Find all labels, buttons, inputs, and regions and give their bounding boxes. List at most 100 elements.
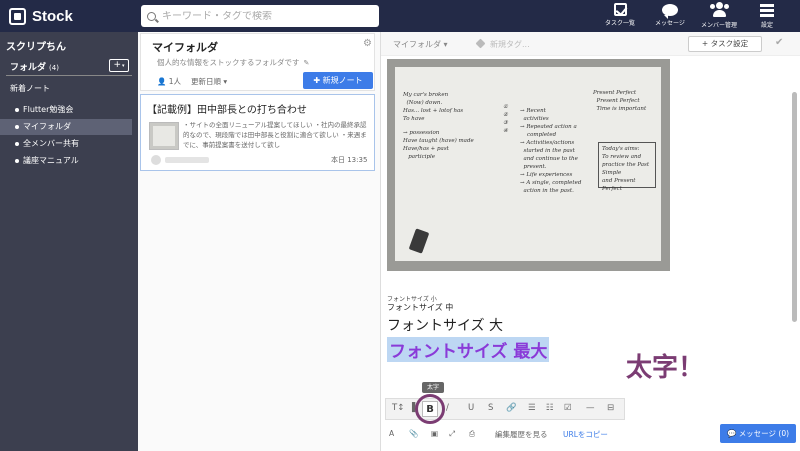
- person-icon: 👤: [157, 77, 167, 86]
- text-font-medium[interactable]: フォントサイズ 中: [387, 302, 453, 313]
- member-count[interactable]: 👤 1人: [157, 76, 181, 87]
- sort-dropdown[interactable]: 更新日順 ▾: [191, 76, 227, 87]
- stock-logo-icon: [9, 7, 26, 25]
- member-count-text: 1人: [168, 77, 182, 86]
- strikethrough-icon[interactable]: S: [488, 403, 493, 413]
- note-thumbnail: [149, 122, 179, 150]
- bold-button[interactable]: B: [422, 401, 438, 417]
- tag-icon: [475, 38, 486, 49]
- note-excerpt: ・サイトの全面リニューアル提案してほしい ・社内の最終承認的なので、現段階では田…: [183, 121, 367, 149]
- search-icon: [147, 11, 156, 21]
- attachment-icon[interactable]: 📎: [409, 429, 418, 438]
- sidebar-item-new-notes[interactable]: 新着ノート: [10, 83, 50, 94]
- whiteboard-image: My car's broken (Now) down. Has... lost +…: [387, 59, 670, 271]
- sidebar-item-label: 議座マニュアル: [23, 156, 79, 165]
- text-font-max-selected[interactable]: フォントサイズ 最大: [387, 337, 550, 362]
- url-copy-link[interactable]: URLをコピー: [563, 429, 608, 440]
- nav-tasks-label: タスク一覧: [604, 20, 635, 27]
- checklist-icon[interactable]: ☑: [564, 403, 572, 413]
- message-button[interactable]: 💬 メッセージ (0): [720, 424, 796, 443]
- user-name[interactable]: スクリプちん: [6, 38, 66, 53]
- expand-icon[interactable]: ⤢: [449, 429, 455, 439]
- plus-icon: +: [701, 39, 709, 48]
- sidebar-divider: [6, 75, 132, 76]
- whiteboard-surface: My car's broken (Now) down. Has... lost +…: [395, 67, 661, 261]
- horizontal-rule-icon[interactable]: —: [586, 403, 595, 413]
- editor-bottom-toolbar: A 📎 ▣ ⤢ ⎙ 編集履歴を見る URLをコピー: [385, 424, 625, 446]
- add-folder-button[interactable]: +▾: [109, 59, 129, 72]
- sidebar-item-my-folder[interactable]: マイフォルダ: [0, 119, 132, 135]
- editor-header: マイフォルダ ▾ 新規タグ... + タスク設定 ✔: [381, 32, 800, 56]
- pencil-icon[interactable]: ✎: [304, 59, 310, 67]
- plus-icon: ✚: [313, 76, 321, 85]
- nav-messages-label: メッセージ: [655, 20, 685, 27]
- font-icon[interactable]: A: [389, 429, 394, 438]
- nav-members-button[interactable]: メンバー管理: [698, 2, 740, 30]
- template-icon[interactable]: ▣: [431, 429, 438, 438]
- folder-info: マイフォルダ ⚙ 個人的な情報をストックするフォルダです ✎ 👤 1人 更新日順 …: [140, 33, 375, 91]
- folder-description-text: 個人的な情報をストックするフォルダです: [157, 58, 300, 67]
- add-folder-label: +: [113, 60, 122, 70]
- tag-input[interactable]: 新規タグ...: [475, 38, 530, 50]
- hamburger-menu-icon: [758, 2, 776, 18]
- message-bubble-icon: [662, 4, 678, 19]
- sidebar-item-label: Flutter勉強会: [23, 105, 74, 114]
- members-icon: [710, 2, 729, 18]
- text-font-large[interactable]: フォントサイズ 大: [387, 315, 503, 335]
- folder-count: (4): [49, 64, 59, 72]
- sidebar-item-label: マイフォルダ: [23, 122, 71, 131]
- nav-tasks-button[interactable]: タスク一覧: [604, 2, 636, 30]
- sidebar-item-flutter[interactable]: Flutter勉強会: [0, 102, 132, 118]
- link-icon[interactable]: 🔗: [506, 403, 517, 413]
- tag-placeholder: 新規タグ...: [490, 40, 530, 49]
- note-list-panel: マイフォルダ ⚙ 個人的な情報をストックするフォルダです ✎ 👤 1人 更新日順 …: [138, 32, 381, 451]
- search-input[interactable]: [162, 10, 372, 22]
- sidebar: スクリプちん フォルダ (4) +▾ 新着ノート Flutter勉強会 マイフォル…: [0, 32, 138, 451]
- chevron-down-icon: ▾: [443, 40, 448, 49]
- sidebar-item-label: 全メンバー共有: [23, 139, 79, 148]
- annotation-bold: 太字！: [626, 353, 705, 383]
- folder-title: マイフォルダ: [152, 41, 218, 54]
- note-editor: マイフォルダ ▾ 新規タグ... + タスク設定 ✔ My car's brok…: [381, 32, 800, 451]
- numbered-list-icon[interactable]: ☷: [546, 403, 554, 413]
- note-title: 【記載例】田中部長との打ち合わせ: [147, 105, 307, 116]
- sort-label: 更新日順: [191, 77, 221, 86]
- message-button-label: メッセージ (0): [738, 429, 790, 438]
- task-settings-button[interactable]: + タスク設定: [688, 36, 762, 52]
- print-icon[interactable]: ⎙: [469, 429, 475, 439]
- editor-scrollbar[interactable]: [792, 92, 797, 322]
- folder-header: フォルダ (4): [10, 60, 59, 73]
- new-note-label: 新規ノート: [322, 76, 363, 85]
- list-item[interactable]: 【記載例】田中部長との打ち合わせ ・サイトの全面リニューアル提案してほしい ・社…: [140, 94, 375, 171]
- note-date: 本日 13:35: [331, 156, 368, 164]
- avatar: [151, 155, 161, 165]
- folder-selector[interactable]: マイフォルダ ▾: [393, 39, 448, 50]
- nav-settings-label: 設定: [760, 22, 773, 29]
- sidebar-item-manual[interactable]: 議座マニュアル: [0, 153, 132, 169]
- gear-icon[interactable]: ⚙: [363, 38, 372, 49]
- nav-settings-button[interactable]: 設定: [756, 2, 778, 30]
- underline-icon[interactable]: U: [468, 403, 474, 413]
- table-icon[interactable]: ⊟: [607, 403, 614, 413]
- folder-selector-label: マイフォルダ: [393, 40, 441, 49]
- message-bubble-icon: 💬: [726, 429, 737, 438]
- check-icon[interactable]: ✔: [775, 37, 783, 48]
- italic-icon[interactable]: /: [446, 403, 449, 413]
- search-box[interactable]: [141, 5, 379, 27]
- sidebar-item-all-members[interactable]: 全メンバー共有: [0, 136, 132, 152]
- edit-history-link[interactable]: 編集履歴を見る: [495, 429, 548, 440]
- new-note-button[interactable]: ✚ 新規ノート: [303, 72, 373, 89]
- eraser: [408, 228, 430, 254]
- logo-text: Stock: [32, 7, 73, 25]
- bold-tooltip: 太字: [422, 382, 444, 393]
- folder-description: 個人的な情報をストックするフォルダです ✎: [157, 57, 309, 68]
- top-bar: Stock タスク一覧 メッセージ メンバー管理 設定: [0, 0, 800, 32]
- folder-label: フォルダ: [10, 63, 47, 73]
- note-author-blurred: [165, 157, 209, 163]
- task-check-icon: [613, 3, 627, 16]
- bullet-list-icon[interactable]: ☰: [528, 403, 536, 413]
- chevron-down-icon: ▾: [223, 77, 228, 86]
- nav-messages-button[interactable]: メッセージ: [652, 2, 688, 30]
- logo[interactable]: Stock: [9, 6, 73, 26]
- text-size-icon[interactable]: T↕: [392, 403, 404, 413]
